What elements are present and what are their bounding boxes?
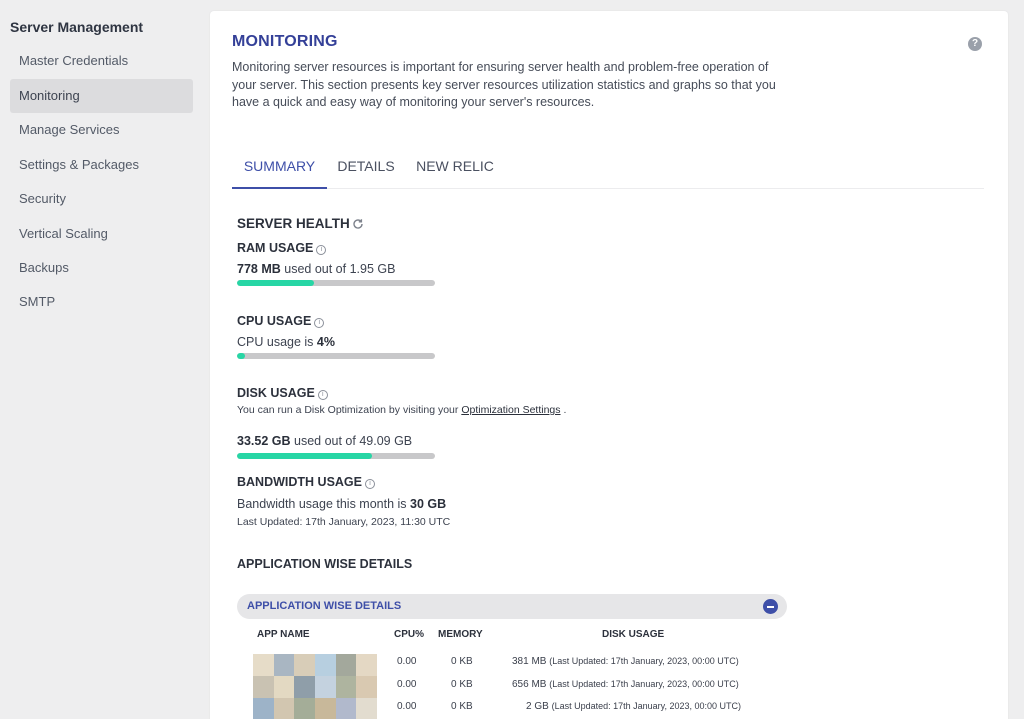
sidebar: Server Management Master Credentials Mon… (0, 0, 200, 719)
thumbnail-tile (335, 676, 357, 698)
thumbnail-tile (335, 698, 357, 719)
row-1-disk: 381 MB (Last Updated: 17th January, 2023… (512, 656, 739, 667)
refresh-icon[interactable] (352, 218, 364, 230)
sidebar-item-settings-packages[interactable]: Settings & Packages (10, 148, 193, 182)
sidebar-title: Server Management (10, 19, 144, 35)
tab-details[interactable]: DETAILS (335, 146, 397, 189)
thumbnail-tile (294, 654, 315, 676)
col-disk-usage: DISK USAGE (602, 629, 665, 640)
thumbnail-tile (273, 698, 295, 719)
server-health-title: SERVER HEALTH (237, 216, 350, 231)
page-title: MONITORING (232, 33, 338, 50)
thumbnail-tile (273, 676, 295, 698)
cpu-usage-label: CPU USAGE i (237, 314, 325, 328)
thumbnail-tile (356, 654, 377, 676)
tab-bar: SUMMARY DETAILS NEW RELIC (232, 146, 984, 189)
col-app-name: APP NAME (257, 629, 310, 640)
thumbnail-tile (294, 676, 315, 698)
row-3-disk: 2 GB (Last Updated: 17th January, 2023, … (526, 701, 742, 712)
thumbnail-tile (356, 698, 377, 719)
row-3-memory: 0 KB (451, 701, 473, 712)
question-circle-icon[interactable]: ? (968, 37, 982, 51)
bandwidth-usage-label: BANDWIDTH USAGE i (237, 475, 375, 489)
thumbnail-tile (314, 654, 336, 676)
info-icon[interactable]: i (316, 245, 327, 255)
thumbnail-tile (314, 698, 336, 719)
info-icon[interactable]: i (365, 479, 375, 489)
intro-text: Monitoring server resources is important… (232, 60, 776, 109)
info-icon[interactable]: i (317, 390, 328, 400)
disk-optimization-note: You can run a Disk Optimization by visit… (237, 404, 567, 416)
disk-usage-bar (237, 453, 435, 459)
ram-usage-label: RAM USAGE i (237, 241, 327, 255)
thumbnail-tile (253, 698, 274, 719)
row-1-memory: 0 KB (451, 656, 473, 667)
bandwidth-last-updated: Last Updated: 17th January, 2023, 11:30 … (237, 516, 451, 528)
sidebar-item-monitoring[interactable]: Monitoring (10, 79, 193, 113)
optimization-settings-link[interactable]: Optimization Settings (461, 404, 560, 416)
sidebar-item-manage-services[interactable]: Manage Services (10, 113, 193, 147)
minus-circle-icon[interactable] (763, 599, 778, 614)
row-3-cpu: 0.00 (397, 701, 417, 712)
thumbnail-tile (294, 698, 315, 719)
app-details-accordion[interactable]: APPLICATION WISE DETAILS (237, 594, 787, 619)
ram-usage-text: 778 MB used out of 1.95 GB (237, 262, 396, 276)
thumbnail-tile (273, 654, 295, 676)
disk-usage-text: 33.52 GB used out of 49.09 GB (237, 434, 413, 448)
bandwidth-usage-text: Bandwidth usage this month is 30 GB (237, 497, 447, 511)
app-details-title: APPLICATION WISE DETAILS (237, 557, 413, 571)
sidebar-item-vertical-scaling[interactable]: Vertical Scaling (10, 217, 193, 251)
disk-usage-bar-fill (237, 453, 373, 459)
cpu-usage-bar (237, 353, 435, 359)
row-2-memory: 0 KB (451, 679, 473, 690)
row-2-cpu: 0.00 (397, 679, 417, 690)
app-thumbnail-blurred (253, 654, 377, 719)
row-2-disk: 656 MB (Last Updated: 17th January, 2023… (512, 679, 739, 690)
thumbnail-tile (335, 654, 357, 676)
sidebar-item-smtp[interactable]: SMTP (10, 285, 193, 319)
thumbnail-tile (253, 676, 274, 698)
ram-usage-bar (237, 280, 435, 286)
row-1-cpu: 0.00 (397, 656, 417, 667)
thumbnail-tile (356, 676, 377, 698)
col-memory: MEMORY (438, 629, 483, 640)
thumbnail-tile (314, 676, 336, 698)
sidebar-item-master-credentials[interactable]: Master Credentials (10, 44, 193, 78)
tab-summary[interactable]: SUMMARY (232, 146, 327, 189)
cpu-usage-bar-fill (237, 353, 245, 359)
sidebar-item-backups[interactable]: Backups (10, 251, 193, 285)
disk-usage-label: DISK USAGE i (237, 386, 328, 400)
accordion-label: APPLICATION WISE DETAILS (247, 600, 402, 612)
sidebar-item-security[interactable]: Security (10, 182, 193, 216)
info-icon[interactable]: i (314, 318, 325, 328)
tab-new-relic[interactable]: NEW RELIC (415, 146, 495, 189)
col-cpu: CPU% (394, 629, 425, 640)
monitoring-card: MONITORING ? Monitoring server resources… (210, 11, 1008, 719)
ram-usage-bar-fill (237, 280, 315, 286)
cpu-usage-text: CPU usage is 4% (237, 335, 335, 349)
thumbnail-tile (253, 654, 274, 676)
